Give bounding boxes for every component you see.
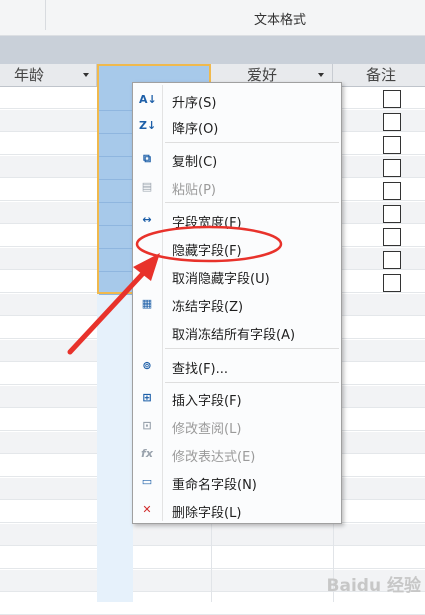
menu-item-copy[interactable]: ⧉ 复制(C) (134, 146, 340, 172)
menu-separator (165, 382, 339, 383)
menu-item-label: 取消冻结所有字段(A) (172, 328, 296, 343)
notes-checkbox[interactable] (383, 159, 401, 177)
menu-item-label: 修改查阅(L) (172, 422, 242, 437)
menu-separator (165, 348, 339, 349)
menu-item-label: 降序(O) (172, 122, 219, 137)
menu-item-field-width[interactable]: ↔ 字段宽度(F) (134, 207, 340, 233)
insert-field-icon: ⊞ (142, 391, 152, 404)
watermark: Baidu 经验 (326, 576, 421, 596)
column-header-age[interactable]: 年龄 (0, 64, 97, 86)
lookup-icon: ⊡ (142, 419, 152, 432)
notes-checkbox[interactable] (383, 205, 401, 223)
column-header-label: 年龄 (14, 66, 45, 84)
fx-icon: fx (141, 447, 153, 460)
menu-item-find[interactable]: ⊚ 查找(F)... (134, 353, 340, 379)
menu-item-label: 隐藏字段(F) (172, 244, 242, 259)
notes-checkbox[interactable] (383, 274, 401, 292)
notes-checkbox[interactable] (383, 251, 401, 269)
menu-item-sort-descending[interactable]: Z↓ 降序(O) (134, 113, 340, 139)
ribbon: 文本格式 (0, 0, 425, 36)
menu-item-label: 删除字段(L) (172, 506, 242, 521)
notes-checkbox[interactable] (383, 228, 401, 246)
freeze-icon: ▦ (141, 297, 153, 310)
field-width-icon: ↔ (142, 213, 152, 226)
table-row[interactable] (0, 524, 425, 546)
dropdown-arrow-icon[interactable] (83, 73, 89, 77)
menu-item-modify-expression: fx 修改表达式(E) (134, 441, 340, 467)
menu-item-delete-field[interactable]: ✕ 删除字段(L) (134, 497, 340, 523)
menu-item-label: 复制(C) (172, 155, 218, 170)
notes-checkbox[interactable] (383, 136, 401, 154)
menu-item-hide-field[interactable]: 隐藏字段(F) (134, 235, 340, 261)
menu-separator (165, 142, 339, 143)
paste-icon: ▤ (141, 180, 153, 193)
table-row[interactable] (0, 593, 425, 615)
ribbon-separator (45, 0, 46, 30)
rename-icon: ▭ (141, 475, 153, 488)
menu-item-label: 取消隐藏字段(U) (172, 272, 270, 287)
menu-item-label: 查找(F)... (172, 362, 229, 377)
sort-descending-icon: Z↓ (139, 119, 157, 132)
menu-item-unfreeze-all[interactable]: 取消冻结所有字段(A) (134, 319, 340, 345)
menu-separator (165, 202, 339, 203)
menu-item-sort-ascending[interactable]: A↓ 升序(S) (134, 87, 340, 113)
menu-item-label: 重命名字段(N) (172, 478, 257, 493)
menu-item-freeze-field[interactable]: ▦ 冻结字段(Z) (134, 291, 340, 317)
menu-item-rename-field[interactable]: ▭ 重命名字段(N) (134, 469, 340, 495)
menu-item-label: 冻结字段(Z) (172, 300, 244, 315)
menu-item-unhide-fields[interactable]: 取消隐藏字段(U) (134, 263, 340, 289)
selected-column-empty-area[interactable] (97, 294, 133, 602)
menu-item-paste: ▤ 粘贴(P) (134, 174, 340, 200)
menu-item-label: 字段宽度(F) (172, 216, 242, 231)
table-row[interactable] (0, 547, 425, 569)
document-tab-strip (0, 36, 425, 64)
notes-checkbox[interactable] (383, 182, 401, 200)
sort-ascending-icon: A↓ (139, 93, 157, 106)
ribbon-group-label: 文本格式 (253, 13, 306, 28)
context-menu: A↓ 升序(S) Z↓ 降序(O) ⧉ 复制(C) ▤ 粘贴(P) ↔ 字段宽度… (132, 82, 342, 524)
delete-field-icon: ✕ (142, 503, 152, 516)
column-header-notes[interactable]: 备注 (333, 64, 425, 86)
notes-checkbox[interactable] (383, 113, 401, 131)
menu-item-insert-field[interactable]: ⊞ 插入字段(F) (134, 385, 340, 411)
notes-checkbox[interactable] (383, 90, 401, 108)
binoculars-icon: ⊚ (142, 359, 152, 372)
copy-icon: ⧉ (143, 152, 151, 165)
menu-item-label: 粘贴(P) (172, 183, 216, 198)
dropdown-arrow-icon[interactable] (318, 73, 324, 77)
column-header-label: 备注 (366, 66, 397, 84)
menu-item-label: 修改表达式(E) (172, 450, 256, 465)
menu-item-label: 升序(S) (172, 96, 217, 111)
menu-item-label: 插入字段(F) (172, 394, 242, 409)
menu-item-modify-lookup: ⊡ 修改查阅(L) (134, 413, 340, 439)
